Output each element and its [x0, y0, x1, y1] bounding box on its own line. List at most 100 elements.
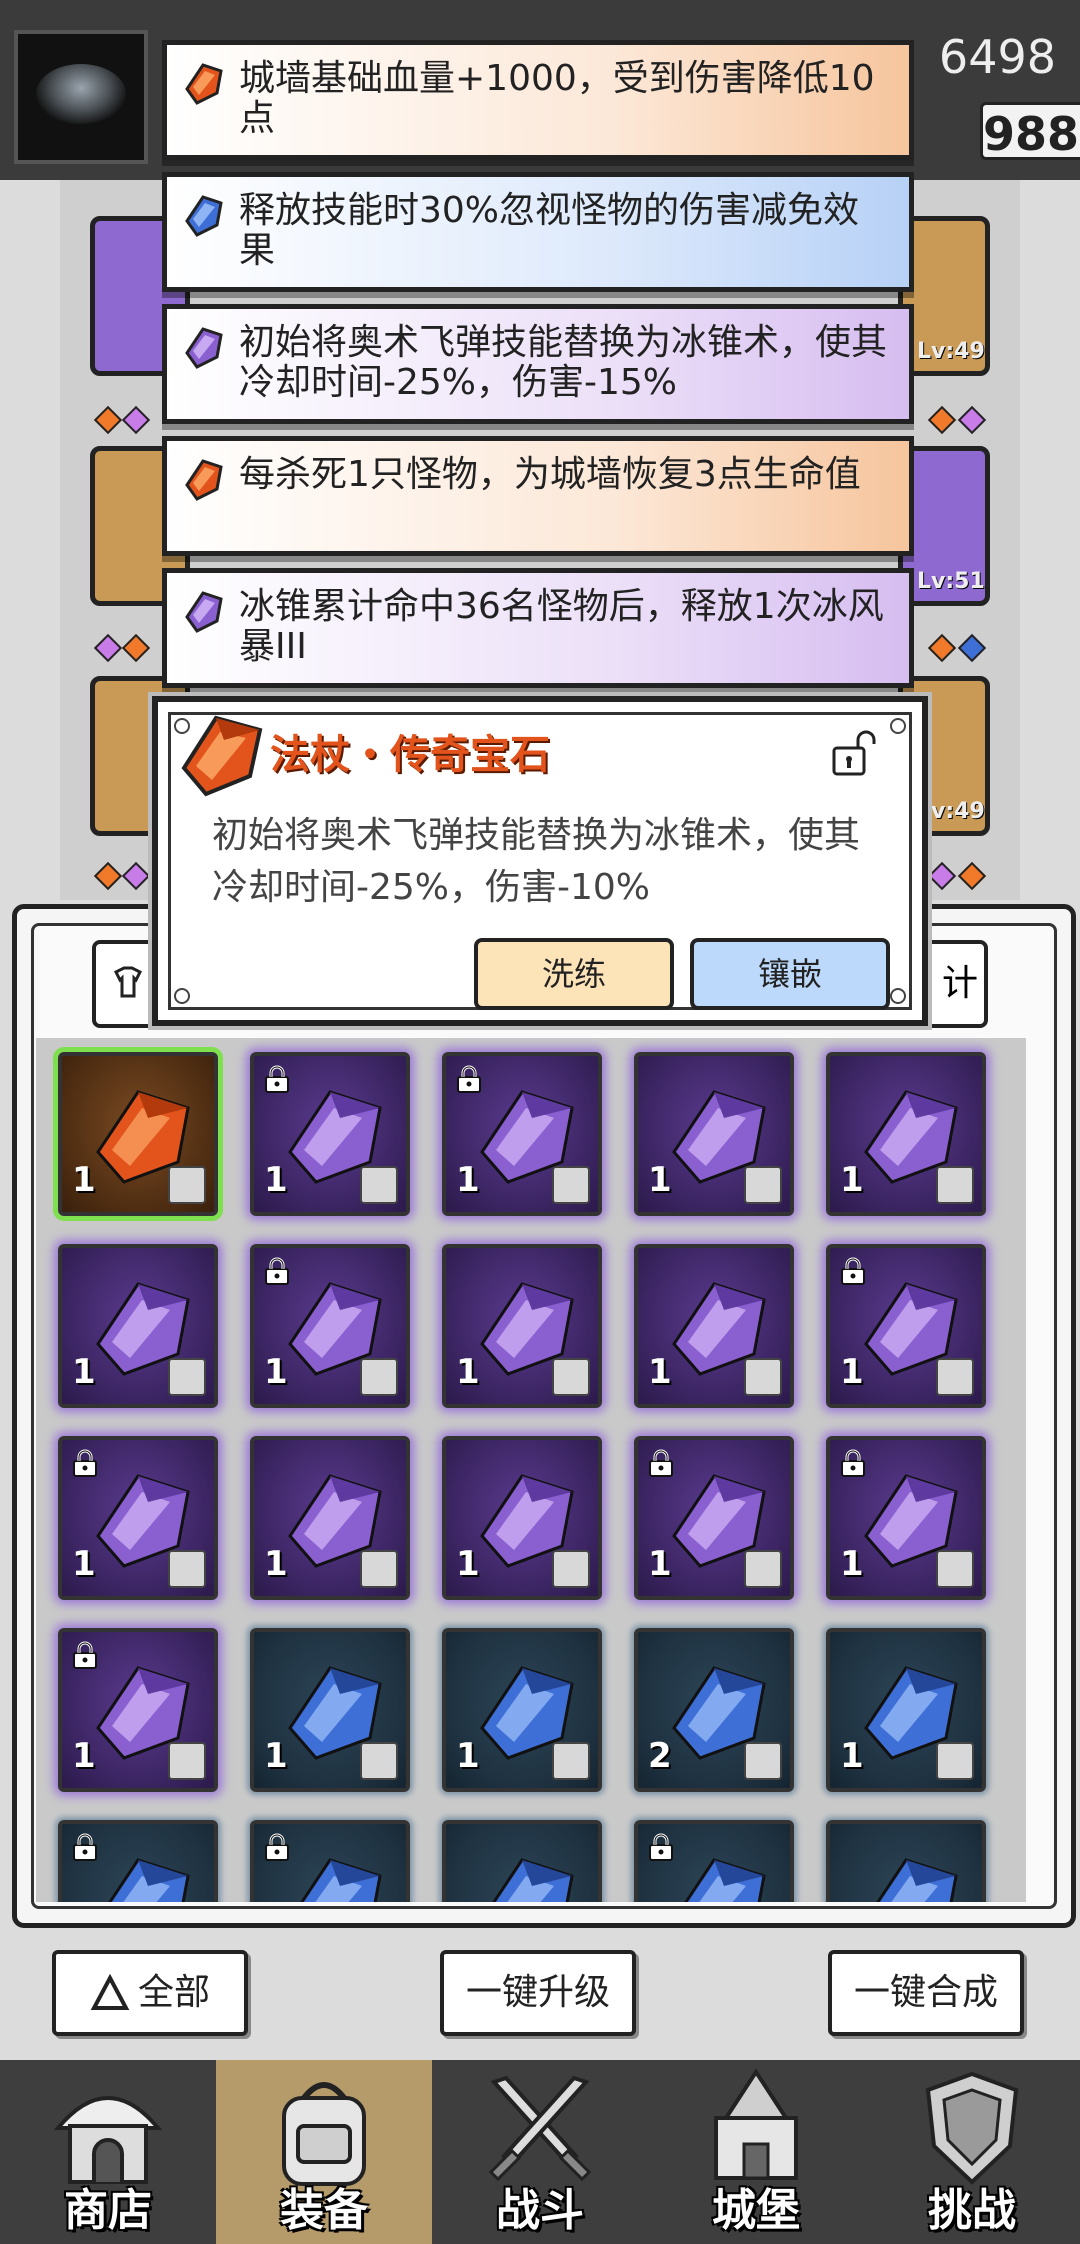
- equip-type-icon: [360, 1742, 398, 1780]
- gem-slot[interactable]: 1: [826, 1244, 986, 1408]
- equip-type-icon: [936, 1550, 974, 1588]
- tooltip-text: 初始将奥术飞弹技能替换为冰锥术，使其冷却时间-25%，伤害-15%: [239, 322, 888, 403]
- corner-rivet: [174, 988, 190, 1004]
- gem-count: 1: [456, 1736, 480, 1776]
- gem-slot[interactable]: 1: [250, 1628, 410, 1792]
- equip-type-icon: [360, 1166, 398, 1204]
- purple-gem-icon: [185, 327, 223, 369]
- gem-slot[interactable]: 1: [442, 1628, 602, 1792]
- equip-type-icon: [744, 1742, 782, 1780]
- gem-slot[interactable]: 1: [442, 1244, 602, 1408]
- nav-label: 城堡: [712, 2185, 800, 2236]
- gem-slot[interactable]: 1: [250, 1052, 410, 1216]
- equip-level: Lv:51: [917, 569, 985, 594]
- gem-detail-popup: 法杖・传奇宝石 初始将奥术飞弹技能替换为冰锥术，使其冷却时间-25%，伤害-10…: [152, 696, 928, 1026]
- shop-icon: [53, 2096, 163, 2184]
- inlay-button[interactable]: 镶嵌: [690, 938, 890, 1010]
- gem-count: 1: [648, 1160, 672, 1200]
- equip-type-icon: [552, 1358, 590, 1396]
- gem-slot[interactable]: 1: [634, 1436, 794, 1600]
- filter-all-button[interactable]: 全部: [52, 1950, 248, 2036]
- lock-icon: [265, 1257, 289, 1285]
- gem-grid: 1 1 1 1 1 1 1 1 1 1 1 1 1 1 1 1 1 1 2 1: [36, 1038, 1026, 1902]
- gem-effect-tooltip: 初始将奥术飞弹技能替换为冰锥术，使其冷却时间-25%，伤害-15%: [162, 304, 914, 424]
- gem-count: 1: [840, 1160, 864, 1200]
- gem-slot[interactable]: [634, 1820, 794, 1902]
- equip-level: Lv:49: [917, 339, 985, 364]
- nav-shop[interactable]: 商店: [0, 2060, 216, 2244]
- nav-challenge[interactable]: 挑战: [864, 2060, 1080, 2244]
- equip-type-icon: [936, 1358, 974, 1396]
- gem-count: 1: [72, 1352, 96, 1392]
- gem-slot[interactable]: [58, 1820, 218, 1902]
- resource-counter-1: 6498: [938, 30, 1056, 84]
- blue-gem-icon: [108, 1858, 190, 1902]
- equip-type-icon: [168, 1550, 206, 1588]
- gem-count: 1: [840, 1736, 864, 1776]
- gem-slot[interactable]: [826, 1820, 986, 1902]
- gem-count: 1: [264, 1352, 288, 1392]
- gem-slot[interactable]: 1: [826, 1436, 986, 1600]
- gem-slot[interactable]: 1: [58, 1244, 218, 1408]
- gem-count: 1: [456, 1352, 480, 1392]
- gem-count: 1: [72, 1736, 96, 1776]
- gem-slot[interactable]: [442, 1820, 602, 1902]
- filter-all-label: 全部: [137, 1972, 210, 2013]
- tooltip-text: 城墙基础血量+1000，受到伤害降低10点: [239, 58, 875, 139]
- lock-icon: [265, 1065, 289, 1093]
- nav-battle[interactable]: 战斗: [432, 2060, 648, 2244]
- gem-slot[interactable]: 1: [826, 1628, 986, 1792]
- refine-button[interactable]: 洗练: [474, 938, 674, 1010]
- gem-slot[interactable]: 1: [58, 1628, 218, 1792]
- tooltip-text: 释放技能时30%忽视怪物的伤害减免效果: [239, 190, 860, 271]
- gem-effect-tooltip: 城墙基础血量+1000，受到伤害降低10点: [162, 40, 914, 160]
- corner-rivet: [890, 988, 906, 1004]
- blue-gem-icon: [876, 1858, 958, 1902]
- filter-tab-right[interactable]: 计: [918, 940, 988, 1028]
- one-click-merge-button[interactable]: 一键合成: [828, 1950, 1024, 2036]
- blue-gem-icon: [684, 1858, 766, 1902]
- equip-type-icon: [744, 1358, 782, 1396]
- gem-slot[interactable]: 1: [58, 1436, 218, 1600]
- unlock-icon[interactable]: [828, 728, 878, 778]
- nav-equipment[interactable]: 装备: [216, 2060, 432, 2244]
- triangle-filter-icon: [90, 1973, 130, 2010]
- equip-type-icon: [936, 1166, 974, 1204]
- gem-count: 1: [264, 1736, 288, 1776]
- equip-type-icon: [744, 1166, 782, 1204]
- player-avatar[interactable]: [14, 30, 148, 164]
- gem-count: 1: [72, 1544, 96, 1584]
- equip-type-icon: [168, 1358, 206, 1396]
- equip-type-icon: [552, 1166, 590, 1204]
- popup-description: 初始将奥术飞弹技能替换为冰锥术，使其冷却时间-25%，伤害-10%: [212, 815, 861, 908]
- gem-slot[interactable]: 1: [634, 1244, 794, 1408]
- gem-slot[interactable]: 1: [442, 1052, 602, 1216]
- lock-icon: [841, 1449, 865, 1477]
- corner-rivet: [890, 718, 906, 734]
- gem-slot[interactable]: 1: [250, 1244, 410, 1408]
- lock-icon: [73, 1641, 97, 1669]
- gem-effect-tooltip: 冰锥累计命中36名怪物后，释放1次冰风暴III: [162, 568, 914, 688]
- gem-slot[interactable]: 1: [250, 1436, 410, 1600]
- nav-castle[interactable]: 城堡: [648, 2060, 864, 2244]
- gem-slot[interactable]: 1: [826, 1052, 986, 1216]
- blue-gem-icon: [492, 1858, 574, 1902]
- gem-count: 1: [456, 1160, 480, 1200]
- gem-slot[interactable]: 1: [634, 1052, 794, 1216]
- lock-icon: [841, 1257, 865, 1285]
- gem-effect-tooltip: 每杀死1只怪物，为城墙恢复3点生命值: [162, 436, 914, 556]
- gem-slot[interactable]: 2: [634, 1628, 794, 1792]
- shirt-icon: [113, 966, 143, 998]
- gem-slot[interactable]: 1: [442, 1436, 602, 1600]
- equip-type-icon: [552, 1742, 590, 1780]
- equip-type-icon: [168, 1742, 206, 1780]
- gem-count: 1: [648, 1544, 672, 1584]
- lock-icon: [457, 1065, 481, 1093]
- lock-icon: [265, 1833, 289, 1861]
- gem-slot[interactable]: [250, 1820, 410, 1902]
- gem-slot[interactable]: 1: [58, 1052, 218, 1216]
- popup-title: 法杖・传奇宝石: [270, 732, 550, 778]
- blue-gem-icon: [185, 195, 223, 237]
- shield-icon: [925, 2071, 1019, 2185]
- one-click-upgrade-button[interactable]: 一键升级: [440, 1950, 636, 2036]
